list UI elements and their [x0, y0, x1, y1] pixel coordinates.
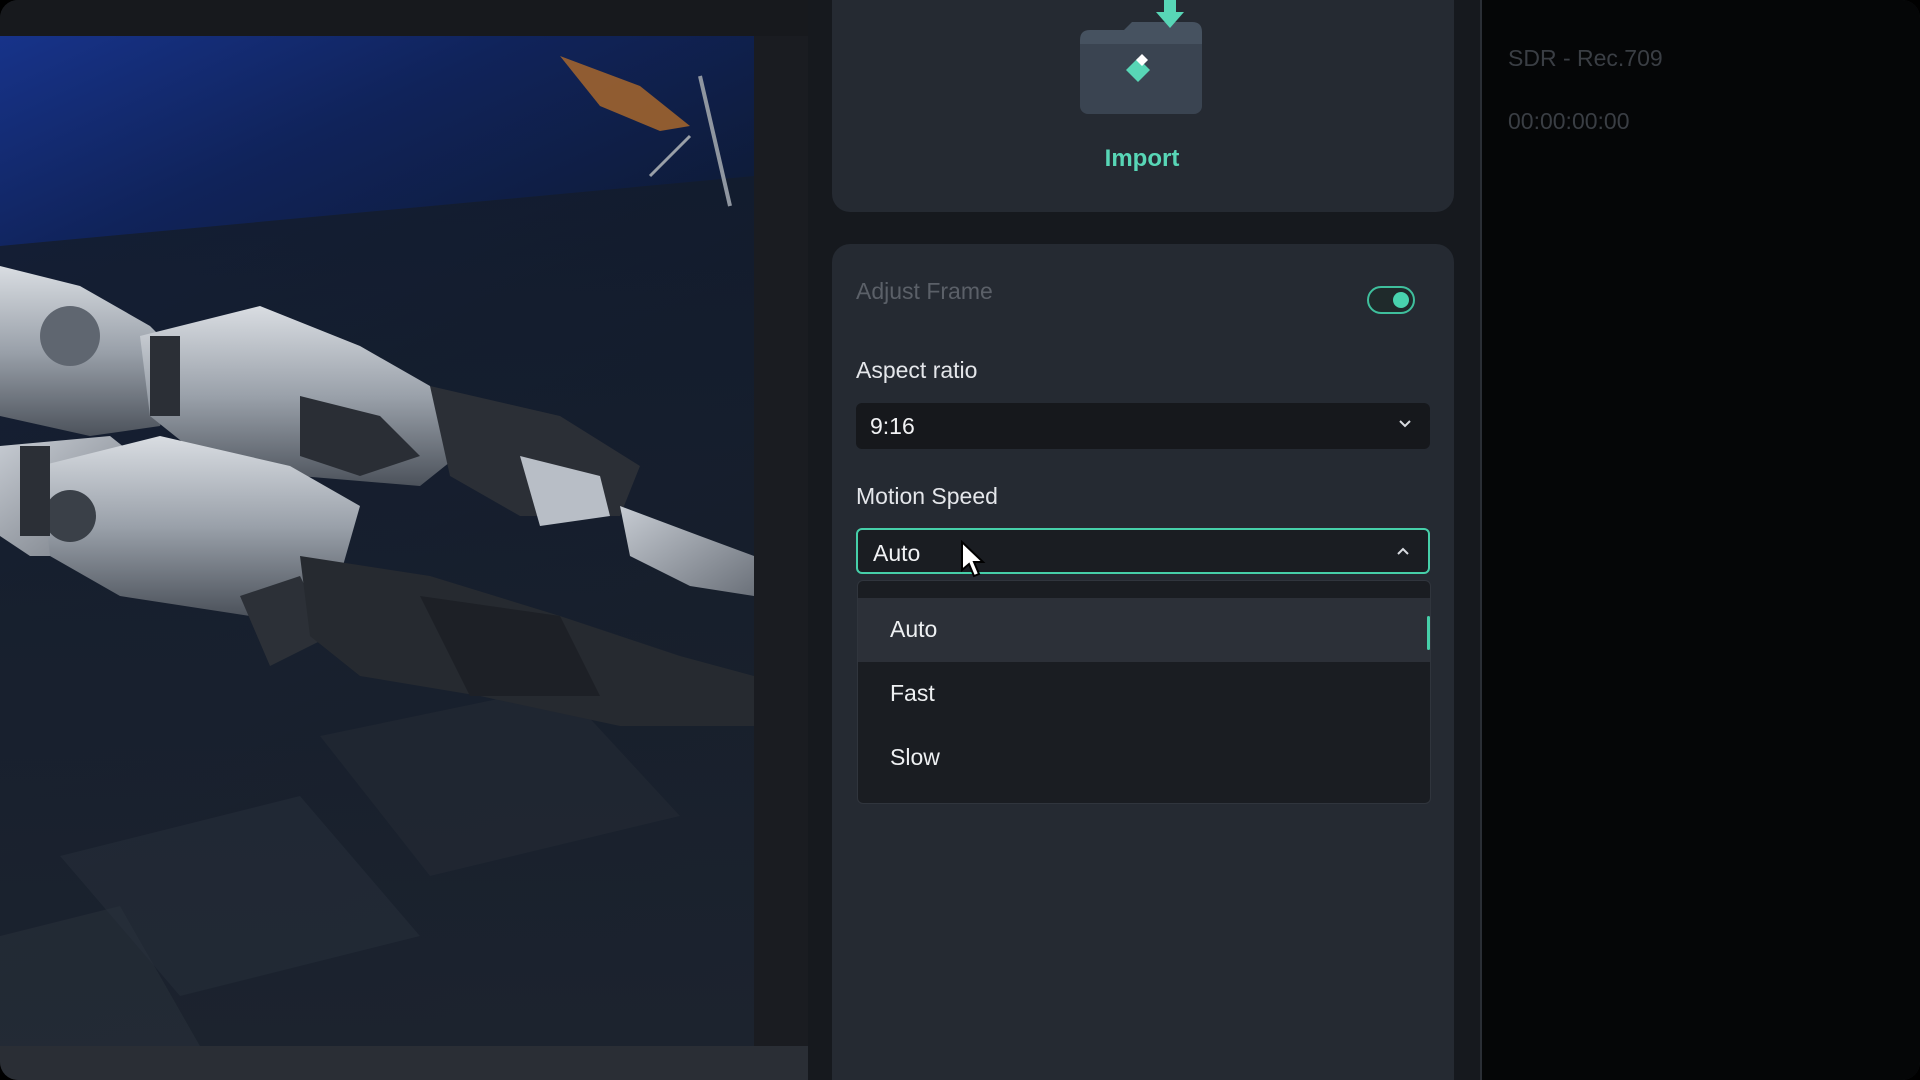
adjust-frame-title: Adjust Frame [856, 278, 993, 304]
dropdown-option-auto[interactable]: Auto [858, 598, 1430, 662]
dropdown-option-fast[interactable]: Fast [858, 662, 1430, 726]
preview-frame-image [0, 56, 754, 1046]
dropdown-scroll-indicator [1427, 616, 1430, 650]
app-window: Import Adjust Frame Aspect ratio 9:16 Mo… [0, 0, 1920, 1080]
motion-speed-dropdown: Auto Fast Slow [857, 580, 1431, 804]
aspect-ratio-select[interactable]: 9:16 [856, 403, 1430, 449]
chevron-up-icon [1397, 547, 1409, 555]
aspect-ratio-label: Aspect ratio [856, 357, 978, 383]
folder-import-icon[interactable] [1076, 0, 1206, 120]
info-panel [1482, 0, 1920, 1080]
video-preview[interactable] [0, 36, 754, 1046]
dropdown-option-slow[interactable]: Slow [858, 726, 1430, 790]
motion-speed-select[interactable]: Auto [856, 528, 1430, 574]
preview-bottom-bar [0, 1046, 808, 1080]
color-space-text: SDR - Rec.709 [1508, 45, 1663, 71]
preview-gutter [754, 36, 808, 1046]
motion-speed-value: Auto [873, 540, 921, 566]
adjust-frame-toggle[interactable] [1367, 286, 1415, 314]
chevron-down-icon [1399, 420, 1411, 428]
toggle-knob [1393, 292, 1409, 308]
aspect-ratio-value: 9:16 [870, 413, 915, 439]
timecode-text: 00:00:00:00 [1508, 108, 1630, 134]
preview-top-bar [0, 0, 808, 36]
mouse-cursor-icon [961, 540, 986, 578]
motion-speed-label: Motion Speed [856, 483, 998, 509]
import-label[interactable]: Import [1092, 145, 1192, 173]
